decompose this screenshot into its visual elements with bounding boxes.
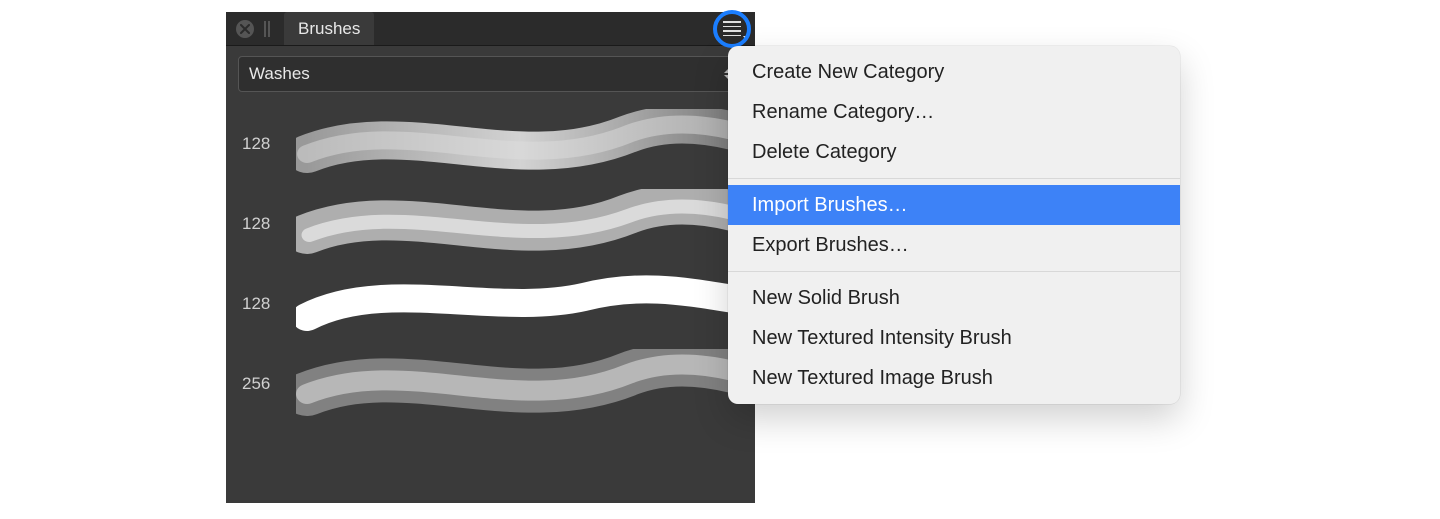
drag-handle-icon[interactable]: [264, 21, 274, 37]
menu-item-create-category[interactable]: Create New Category: [728, 52, 1180, 92]
highlight-ring-icon: [713, 10, 751, 48]
brush-size-label: 128: [242, 134, 284, 154]
menu-separator: [728, 178, 1180, 179]
brushes-panel: Brushes Washes 128: [226, 12, 755, 503]
tab-label: Brushes: [298, 19, 360, 39]
category-select[interactable]: Washes: [238, 56, 743, 92]
menu-separator: [728, 271, 1180, 272]
brush-preview-icon: [296, 349, 739, 419]
panel-header: Brushes: [226, 12, 755, 46]
close-icon[interactable]: [236, 20, 254, 38]
menu-item-import-brushes[interactable]: Import Brushes…: [728, 185, 1180, 225]
menu-item-export-brushes[interactable]: Export Brushes…: [728, 225, 1180, 265]
brush-preview-icon: [296, 269, 739, 339]
category-selected-label: Washes: [249, 64, 310, 84]
brush-row[interactable]: 128: [226, 264, 755, 344]
brush-size-label: 128: [242, 214, 284, 234]
menu-item-new-textured-image-brush[interactable]: New Textured Image Brush: [728, 358, 1180, 398]
menu-item-new-solid-brush[interactable]: New Solid Brush: [728, 278, 1180, 318]
panel-menu-button[interactable]: [717, 14, 747, 44]
brush-preview-icon: [296, 189, 739, 259]
brush-list: 128 128: [226, 100, 755, 503]
category-row: Washes: [226, 46, 755, 100]
brush-size-label: 128: [242, 294, 284, 314]
panel-context-menu: Create New Category Rename Category… Del…: [728, 46, 1180, 404]
brush-size-label: 256: [242, 374, 284, 394]
menu-item-delete-category[interactable]: Delete Category: [728, 132, 1180, 172]
tab-brushes[interactable]: Brushes: [284, 12, 374, 45]
brush-row[interactable]: 256: [226, 344, 755, 424]
menu-item-rename-category[interactable]: Rename Category…: [728, 92, 1180, 132]
brush-row[interactable]: 128: [226, 184, 755, 264]
brush-preview-icon: [296, 109, 739, 179]
menu-item-new-textured-intensity-brush[interactable]: New Textured Intensity Brush: [728, 318, 1180, 358]
brush-row[interactable]: 128: [226, 104, 755, 184]
